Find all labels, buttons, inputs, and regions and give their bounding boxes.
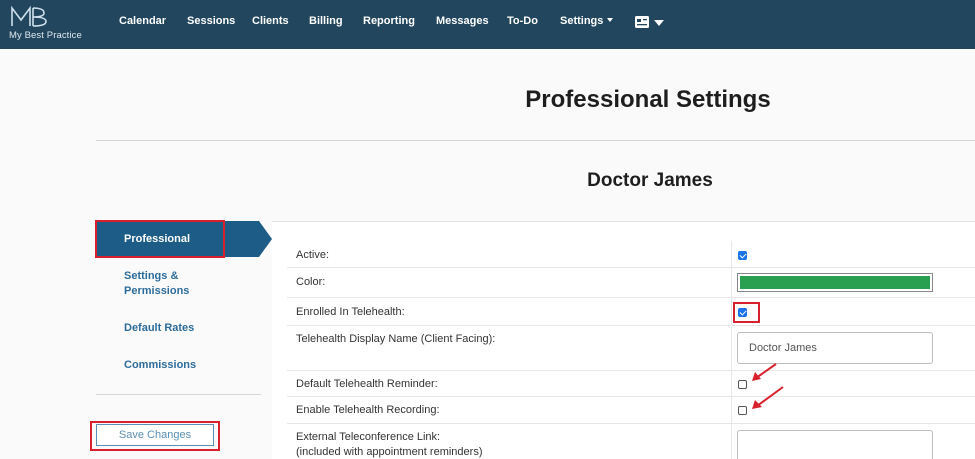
- mb-logo-icon: [11, 5, 47, 27]
- active-checkbox[interactable]: [738, 251, 747, 260]
- annotation-box-save: [90, 421, 220, 451]
- color-picker[interactable]: [737, 273, 933, 292]
- nav-reporting[interactable]: Reporting: [363, 15, 415, 27]
- display-name-label: Telehealth Display Name (Client Facing):: [296, 333, 496, 345]
- form-row-active: [287, 241, 975, 268]
- nav-settings-label: Settings: [560, 15, 604, 27]
- header-divider: [96, 140, 975, 141]
- recording-checkbox[interactable]: [738, 406, 747, 415]
- display-name-input[interactable]: [737, 332, 933, 364]
- external-link-label: External Teleconference Link: (included w…: [296, 430, 482, 459]
- annotation-box-telehealth: [733, 302, 760, 323]
- menu-item-commissions[interactable]: Commissions: [124, 358, 196, 373]
- professional-name: Doctor James: [587, 170, 713, 191]
- annotation-box-professional: [95, 220, 225, 258]
- nav-todo[interactable]: To-Do: [507, 15, 538, 27]
- reminder-label: Default Telehealth Reminder:: [296, 378, 438, 390]
- active-label: Active:: [296, 249, 330, 261]
- id-card-dropdown-icon[interactable]: [634, 14, 666, 32]
- nav-billing[interactable]: Billing: [309, 15, 343, 27]
- color-label: Color:: [296, 276, 326, 288]
- caret-down-icon: [607, 18, 614, 22]
- nav-calendar[interactable]: Calendar: [119, 15, 166, 27]
- nav-messages[interactable]: Messages: [436, 15, 489, 27]
- nav-clients[interactable]: Clients: [252, 15, 289, 27]
- telehealth-label: Enrolled In Telehealth:: [296, 306, 405, 318]
- nav-sessions[interactable]: Sessions: [187, 15, 235, 27]
- active-arrow-indicator: [259, 221, 272, 257]
- logo[interactable]: My Best Practice: [8, 4, 92, 44]
- recording-label: Enable Telehealth Recording:: [296, 404, 440, 416]
- page-title: Professional Settings: [525, 86, 771, 113]
- external-link-input[interactable]: [737, 430, 933, 459]
- external-link-label-line1: External Teleconference Link:: [296, 431, 441, 443]
- color-swatch: [740, 276, 930, 289]
- menu-item-settings-permissions[interactable]: Settings & Permissions: [124, 269, 214, 299]
- nav-settings[interactable]: Settings: [560, 15, 614, 27]
- top-nav-bar: My Best Practice Calendar Sessions Clien…: [0, 0, 975, 49]
- menu-divider: [96, 394, 261, 395]
- logo-text: My Best Practice: [9, 30, 82, 41]
- menu-item-default-rates[interactable]: Default Rates: [124, 321, 194, 336]
- external-link-label-line2: (included with appointment reminders): [296, 446, 483, 458]
- reminder-checkbox[interactable]: [738, 380, 747, 389]
